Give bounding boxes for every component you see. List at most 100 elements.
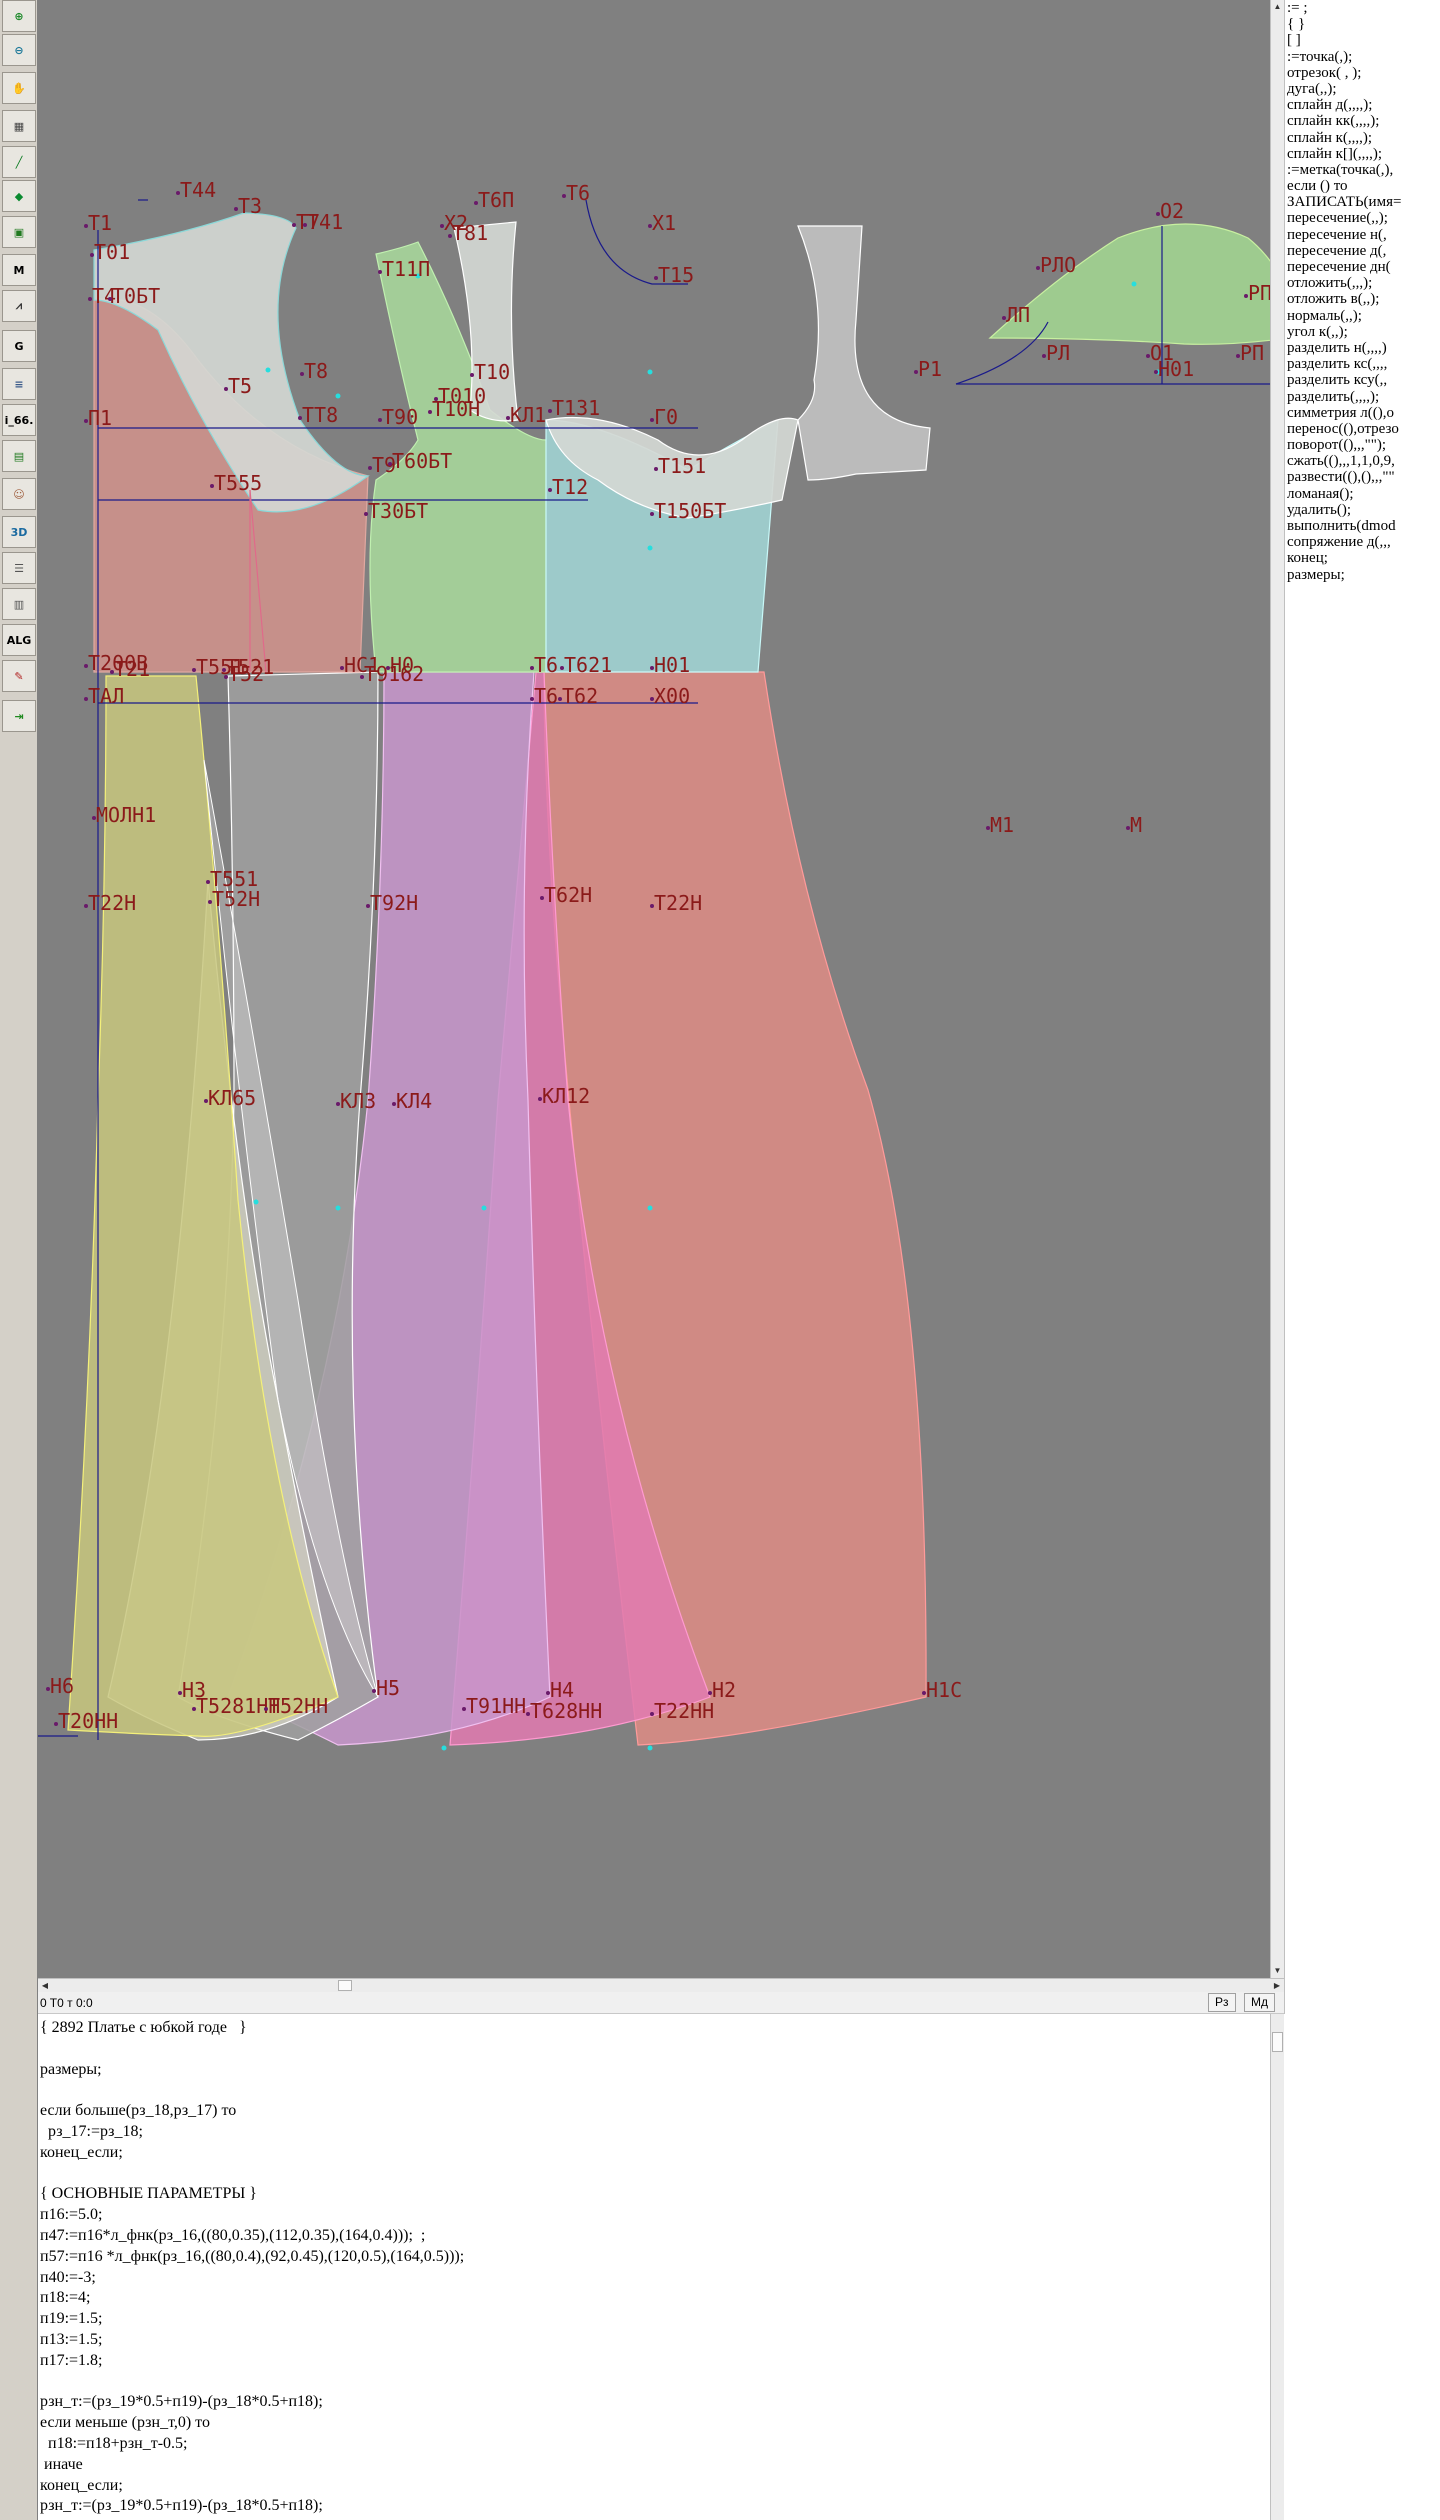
point-label[interactable]: T0БТ — [112, 284, 160, 308]
point-label[interactable]: T44 — [180, 178, 216, 202]
point-label[interactable]: X00 — [654, 684, 690, 708]
command-item[interactable]: :=метка(точка(,), — [1285, 162, 1440, 178]
command-item[interactable]: сплайн к(,,,,); — [1285, 130, 1440, 146]
code-line[interactable]: { 2892 Платье с юбкой годе } — [40, 2018, 247, 2038]
point-label[interactable]: T8 — [304, 359, 328, 383]
command-list[interactable]: := ;{ }[ ]:=точка(,); отрезок( , ); дуга(,… — [1284, 0, 1440, 2014]
command-item[interactable]: разделить ксу(,, — [1285, 372, 1440, 388]
code-line[interactable]: рз_17:=рз_18; — [40, 2122, 143, 2142]
point-label[interactable]: T52 — [228, 662, 264, 686]
command-item[interactable]: развести((),(),,,"" — [1285, 469, 1440, 485]
point-label[interactable]: T90 — [382, 405, 418, 429]
command-item[interactable]: пересечение дн( — [1285, 259, 1440, 275]
point-label[interactable]: Н2 — [712, 1678, 736, 1702]
point-label[interactable]: T6 — [534, 684, 558, 708]
pattern-drawing[interactable]: T44T3T7T41T6П T6X2T81 X1T1T01T11П T15T4T0БТ… — [38, 0, 1270, 1978]
drawing-canvas[interactable]: T44 T3 T7 T41 T6П T6 X2 T81 X1 T1 T01 T11П T15 T4 T0БТ… — [38, 0, 1270, 1978]
command-item[interactable]: сплайн д(,,,,); — [1285, 97, 1440, 113]
stack-tool[interactable]: ▥ — [2, 588, 36, 620]
scroll-left-arrow-icon[interactable]: ◀ — [38, 1979, 52, 1992]
3d-tool[interactable]: 3D — [2, 516, 36, 548]
page-tool[interactable]: ▤ — [2, 440, 36, 472]
point-label[interactable]: Н01 — [654, 653, 690, 677]
point-label[interactable]: T52Н — [212, 887, 260, 911]
command-item[interactable]: если () то — [1285, 178, 1440, 194]
point-label[interactable]: T01 — [94, 240, 130, 264]
command-item[interactable]: поворот((),,,""); — [1285, 437, 1440, 453]
point-label[interactable]: T628НН — [530, 1699, 602, 1723]
code-line[interactable]: конец_если; — [40, 2476, 123, 2496]
point-label[interactable]: Н5 — [376, 1676, 400, 1700]
command-item[interactable]: пересечение д(, — [1285, 243, 1440, 259]
code-line[interactable]: п18:=4; — [40, 2288, 90, 2308]
point-label[interactable]: Н1С — [926, 1678, 962, 1702]
rz-button[interactable]: Рз — [1208, 1993, 1236, 2012]
code-line[interactable]: п19:=1.5; — [40, 2309, 102, 2329]
command-item[interactable]: отложить в(,,); — [1285, 291, 1440, 307]
point-label[interactable]: T81 — [452, 221, 488, 245]
command-item[interactable]: дуга(,,); — [1285, 81, 1440, 97]
code-line[interactable]: п17:=1.8; — [40, 2351, 102, 2371]
point-label[interactable]: T62Н — [544, 883, 592, 907]
scroll-down-arrow-icon[interactable]: ▼ — [1271, 1964, 1284, 1978]
canvas-horizontal-scrollbar[interactable]: ◀ ▶ — [38, 1978, 1284, 1992]
code-line[interactable]: { ОСНОВНЫЕ ПАРАМЕТРЫ } — [40, 2184, 257, 2204]
code-line[interactable]: рзн_т:=(рз_19*0.5+п19)-(рз_18*0.5+п18); — [40, 2392, 323, 2412]
command-item[interactable]: угол к(,,); — [1285, 324, 1440, 340]
code-editor[interactable]: { 2892 Платье с юбкой годе } размеры; если… — [38, 2014, 1284, 2520]
code-line[interactable]: п57:=п16 *л_фнк(рз_16,((80,0.4),(92,0.45… — [40, 2247, 464, 2267]
command-item[interactable]: сплайн к[](,,,,); — [1285, 146, 1440, 162]
point-label[interactable]: T10 — [474, 360, 510, 384]
point-label[interactable]: T555 — [214, 471, 262, 495]
point-label[interactable]: T3 — [238, 194, 262, 218]
sleeve-piece[interactable] — [988, 223, 1270, 345]
code-line[interactable]: п47:=п16*л_фнк(рз_16,((80,0.35),(112,0.3… — [40, 2226, 425, 2246]
point-label[interactable]: М1 — [990, 813, 1014, 837]
command-item[interactable]: разделить н(,,,,) — [1285, 340, 1440, 356]
measure-tool[interactable]: ▣ — [2, 216, 36, 248]
code-line[interactable]: п18:=п18+рзн_т-0.5; — [40, 2434, 187, 2454]
command-item[interactable]: нормаль(,,); — [1285, 308, 1440, 324]
macro-tool[interactable]: M — [2, 254, 36, 286]
point-label[interactable]: T60БТ — [392, 449, 452, 473]
point-label[interactable]: T11П — [382, 257, 430, 281]
point-label[interactable]: T621 — [564, 653, 612, 677]
g-tool[interactable]: G — [2, 330, 36, 362]
compass-tool[interactable]: ⩘ — [2, 290, 36, 322]
draw-tool[interactable]: ✎ — [2, 660, 36, 692]
code-line[interactable]: если больше(рз_18,рз_17) то — [40, 2101, 236, 2121]
point-label[interactable]: T6 — [566, 181, 590, 205]
layers-tool[interactable]: ≡ — [2, 368, 36, 400]
point-label[interactable]: TАЛ — [88, 684, 124, 708]
zoom-in-tool[interactable]: ⊕ — [2, 0, 36, 32]
point-label[interactable]: X1 — [652, 211, 676, 235]
line-tool[interactable]: ╱ — [2, 146, 36, 178]
point-label[interactable]: T41 — [307, 210, 343, 234]
command-item[interactable]: разделить(,,,,); — [1285, 389, 1440, 405]
command-item[interactable]: отложить(,,,); — [1285, 275, 1440, 291]
point-label[interactable]: Н6 — [50, 1674, 74, 1698]
scroll-up-arrow-icon[interactable]: ▲ — [1271, 0, 1284, 14]
point-label[interactable]: TT8 — [302, 403, 338, 427]
command-item[interactable]: выполнить(dmod — [1285, 518, 1440, 534]
point-label[interactable]: КЛ3 — [340, 1089, 376, 1113]
point-label[interactable]: T62 — [562, 684, 598, 708]
command-item[interactable]: [ ] — [1285, 32, 1440, 48]
point-label[interactable]: М — [1130, 813, 1142, 837]
command-item[interactable]: пересечение(,,); — [1285, 210, 1440, 226]
point-label[interactable]: T6 — [534, 653, 558, 677]
command-item[interactable]: ломаная(); — [1285, 486, 1440, 502]
command-item[interactable]: перенос((),отрезо — [1285, 421, 1440, 437]
point-label[interactable]: Г0 — [654, 405, 678, 429]
code-line[interactable]: п13:=1.5; — [40, 2330, 102, 2350]
point-label[interactable]: РЛО — [1040, 253, 1076, 277]
point-label[interactable]: КЛ12 — [542, 1084, 590, 1108]
scroll-thumb[interactable] — [338, 1980, 352, 1991]
point-label[interactable]: T22Н — [654, 891, 702, 915]
md-button[interactable]: Мд — [1244, 1993, 1275, 2012]
command-item[interactable]: отрезок( , ); — [1285, 65, 1440, 81]
point-label[interactable]: T10Н — [432, 397, 480, 421]
command-item[interactable]: сплайн кк(,,,,); — [1285, 113, 1440, 129]
point-label[interactable]: T5 — [228, 374, 252, 398]
point-label[interactable]: РЛ — [1046, 341, 1070, 365]
